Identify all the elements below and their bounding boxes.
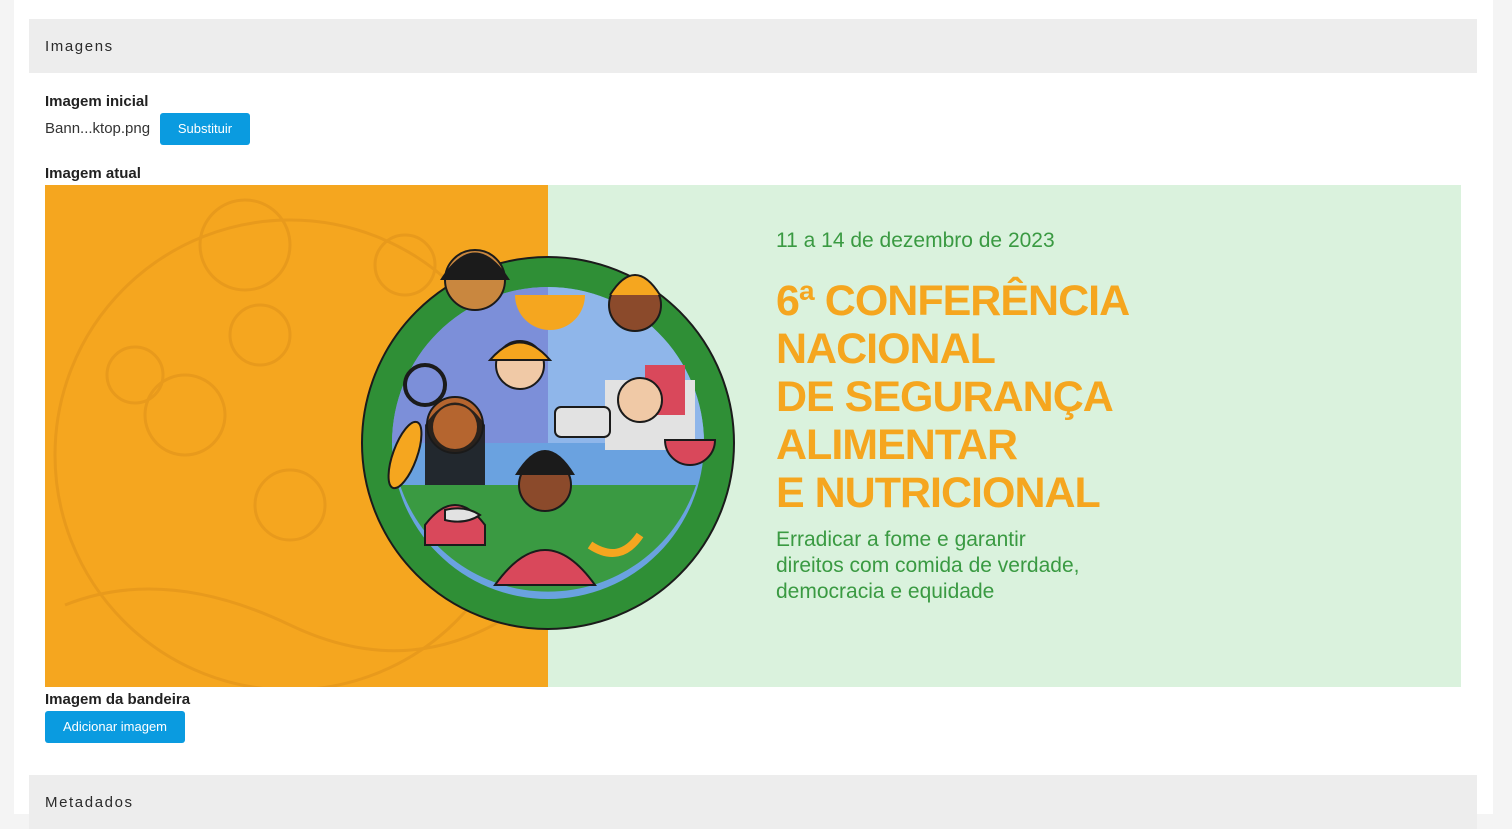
banner-title-line: DE SEGURANÇA [776,373,1114,421]
banner-subtitle-line: Erradicar a fome e garantir [776,528,1026,551]
banner-subtitle: Erradicar a fome e garantir direitos com… [776,527,1080,605]
banner-subtitle-line: democracia e equidade [776,580,995,603]
banner-date: 11 a 14 de dezembro de 2023 [776,229,1055,252]
banner-illustration [53,198,735,687]
banner-title: 6ª CONFERÊNCIA NACIONAL DE SEGURANÇA ALI… [776,277,1130,517]
imagem-atual-label: Imagem atual [45,165,141,182]
imagem-inicial-filename: Bann...ktop.png [45,120,151,137]
section-header-metadados: Metadados [29,775,1477,829]
banner-subtitle-line: direitos com comida de verdade, [776,554,1080,577]
banner-title-line: E NUTRICIONAL [776,469,1101,517]
banner-title-line: NACIONAL [776,325,996,373]
current-image-banner: 11 a 14 de dezembro de 2023 6ª CONFERÊNC… [45,185,1461,687]
imagem-inicial-label: Imagem inicial [45,93,149,110]
section-title: Metadados [45,794,134,811]
banner-title-line: ALIMENTAR [776,421,1018,469]
section-title: Imagens [45,38,114,55]
imagem-bandeira-label: Imagem da bandeira [45,691,191,708]
adicionar-imagem-button[interactable]: Adicionar imagem [45,711,185,743]
banner-title-line: 6ª CONFERÊNCIA [776,277,1130,325]
substituir-button[interactable]: Substituir [160,113,250,145]
section-header-imagens: Imagens [29,19,1477,73]
